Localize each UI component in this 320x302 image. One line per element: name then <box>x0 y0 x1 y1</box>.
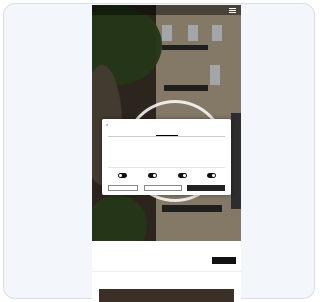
toggle-switch[interactable] <box>147 173 157 178</box>
deny-button[interactable] <box>108 185 138 191</box>
active-tab-underline <box>156 135 178 136</box>
toggle-group <box>138 171 166 179</box>
consent-toggles <box>108 167 225 182</box>
website-screenshot: × <box>92 5 241 302</box>
allow-selection-button[interactable] <box>144 185 182 191</box>
cookie-consent-dialog: × <box>102 119 231 195</box>
book-now-button[interactable] <box>212 257 236 264</box>
toggle-switch[interactable] <box>177 173 187 178</box>
consent-buttons <box>108 185 225 191</box>
top-navigation <box>92 5 241 15</box>
allow-all-button[interactable] <box>187 185 225 191</box>
section-photo <box>99 289 234 302</box>
toggle-group <box>197 171 225 179</box>
toggle-group <box>168 171 196 179</box>
vertical-label <box>231 113 241 209</box>
close-icon[interactable]: × <box>106 123 108 127</box>
site-logo[interactable] <box>142 7 190 13</box>
consent-tabs <box>108 131 225 137</box>
hamburger-menu-icon[interactable] <box>229 8 236 13</box>
booking-bar <box>92 243 241 272</box>
toggle-switch[interactable] <box>117 173 127 178</box>
toggle-group <box>108 171 136 179</box>
toggle-switch[interactable] <box>206 173 216 178</box>
